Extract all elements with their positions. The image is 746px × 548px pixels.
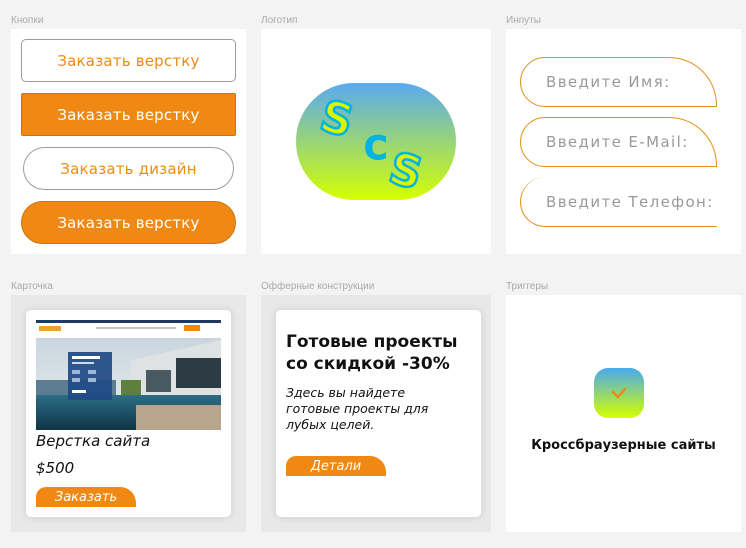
section-label-inputs: Инпуты — [506, 15, 541, 26]
offer-title-line: Готовые проекты — [286, 332, 458, 352]
offer-details-button[interactable]: Детали — [286, 456, 386, 476]
phone-input[interactable] — [520, 177, 717, 227]
offer-description-line: Здесь вы найдете — [286, 385, 406, 400]
card-order-button[interactable]: Заказать — [36, 487, 136, 507]
order-layout-button-filled[interactable]: Заказать верстку — [21, 93, 236, 136]
trigger-label: Кроссбраузерные сайты — [531, 438, 716, 453]
offer-description-line: лубых целей. — [286, 417, 375, 432]
order-layout-button-outline[interactable]: Заказать верстку — [21, 39, 236, 82]
section-label-card: Карточка — [11, 281, 53, 292]
product-card: Верстка сайта $500 Заказать — [26, 310, 231, 517]
scs-logo: S C S — [296, 83, 456, 201]
offer-title: Готовые проекты со скидкой -30% — [286, 331, 458, 375]
name-input[interactable] — [520, 57, 717, 107]
offer-title-line: со скидкой -30% — [286, 354, 450, 374]
order-design-button[interactable]: Заказать дизайн — [23, 147, 234, 190]
website-preview-image — [36, 320, 221, 430]
section-label-logo: Логотип — [261, 15, 298, 26]
section-label-offer: Офферные конструкции — [261, 281, 375, 292]
section-label-buttons: Кнопки — [11, 15, 44, 26]
checkmark-icon — [611, 387, 627, 399]
card-title: Верстка сайта — [36, 432, 151, 450]
logo-letter-c: C — [364, 129, 387, 167]
offer-description-line: готовые проекты для — [286, 401, 429, 416]
section-label-triggers: Триггеры — [506, 281, 549, 292]
email-input[interactable] — [520, 117, 717, 167]
card-price: $500 — [36, 459, 75, 477]
offer-description: Здесь вы найдете готовые проекты для луб… — [286, 385, 428, 433]
logo-graphic: S C S — [296, 83, 456, 201]
order-layout-button-pill[interactable]: Заказать верстку — [21, 201, 236, 244]
offer-card: Готовые проекты со скидкой -30% Здесь вы… — [276, 310, 481, 517]
trigger-badge — [594, 368, 644, 418]
